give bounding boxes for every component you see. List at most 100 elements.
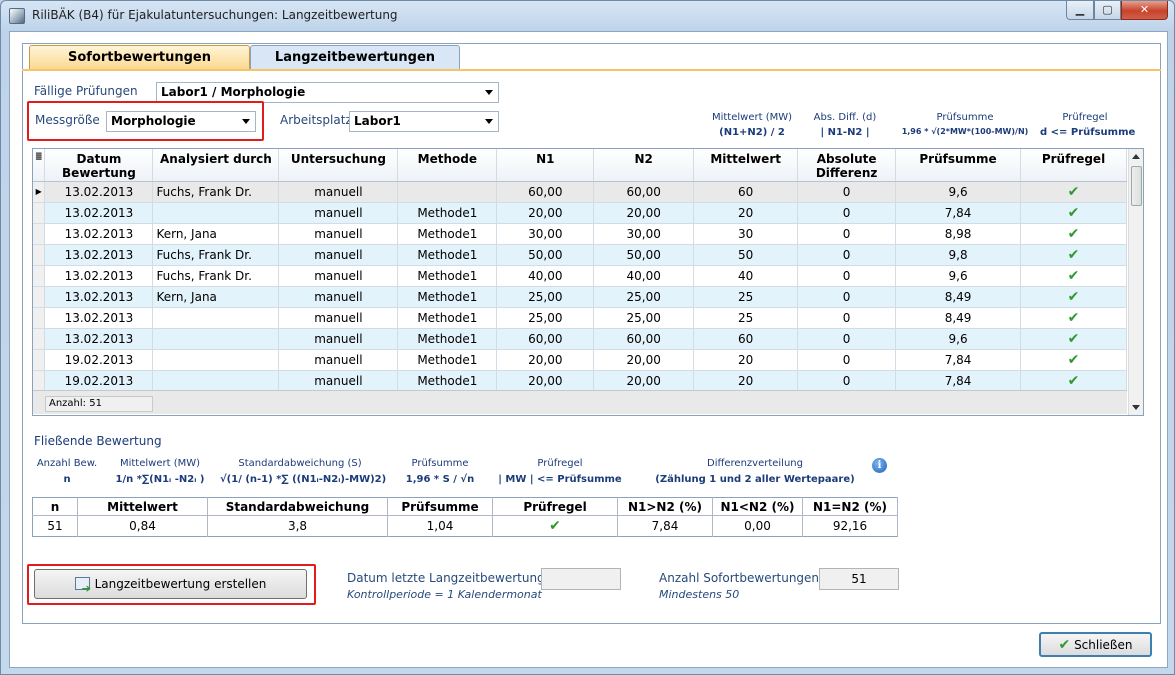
title-bar[interactable]: RiliBÄK (B4) für Ejakulatuntersuchungen:…	[1, 1, 1174, 31]
table-cell[interactable]: Fuchs, Frank Dr.	[152, 181, 280, 203]
table-cell[interactable]: Methode1	[397, 328, 498, 350]
table-cell[interactable]: 8,49	[895, 286, 1022, 308]
check-icon[interactable]: ✔	[1020, 202, 1127, 224]
table-cell[interactable]: 13.02.2013	[44, 307, 154, 329]
row-indicator[interactable]	[33, 202, 46, 224]
table-row[interactable]: 19.02.2013 manuell Methode1 20,00 20,00 20 0 7,…	[33, 349, 1127, 371]
row-indicator[interactable]	[33, 307, 46, 329]
table-cell[interactable]: 25,00	[593, 286, 695, 308]
table-cell[interactable]: 0	[797, 370, 897, 392]
col-analysiert[interactable]: Analysiert durch	[152, 149, 280, 182]
table-cell[interactable]: Methode1	[397, 265, 498, 287]
col-abs-diff[interactable]: Absolute Differenz	[797, 149, 897, 182]
arbeitsplatz-select[interactable]: Labor1	[349, 111, 499, 132]
table-cell[interactable]: Fuchs, Frank Dr.	[152, 265, 280, 287]
table-cell[interactable]: 13.02.2013	[44, 181, 154, 203]
create-langzeit-button[interactable]: Langzeitbewertung erstellen	[34, 569, 307, 603]
table-cell[interactable]: 9,6	[895, 328, 1022, 350]
table-cell[interactable]: 0	[797, 181, 897, 203]
table-cell[interactable]: 9,6	[895, 181, 1022, 203]
table-row[interactable]: 19.02.2013 manuell Methode1 20,00 20,00 20 0 7,…	[33, 370, 1127, 392]
table-row[interactable]: 13.02.2013 Fuchs, Frank Dr. manuell Methode…	[33, 244, 1127, 266]
table-cell[interactable]: Methode1	[397, 307, 498, 329]
table-cell[interactable]: Kern, Jana	[152, 223, 280, 245]
check-icon[interactable]: ✔	[1020, 328, 1127, 350]
table-cell[interactable]: 25,00	[496, 286, 595, 308]
table-cell[interactable]: 50	[693, 244, 799, 266]
table-cell[interactable]: 25,00	[496, 307, 595, 329]
table-cell[interactable]: manuell	[278, 265, 399, 287]
table-cell[interactable]: 20,00	[496, 349, 595, 371]
table-cell[interactable]: 20	[693, 370, 799, 392]
tab-langzeitbewertungen[interactable]: Langzeitbewertungen	[250, 45, 460, 70]
table-cell[interactable]: 60	[693, 328, 799, 350]
table-cell[interactable]: manuell	[278, 202, 399, 224]
col-n1[interactable]: N1	[496, 149, 595, 182]
table-cell[interactable]: 25	[693, 307, 799, 329]
table-cell[interactable]: 25	[693, 286, 799, 308]
table-cell[interactable]: 0	[797, 328, 897, 350]
table-cell[interactable]: 13.02.2013	[44, 223, 154, 245]
table-cell[interactable]: 40,00	[496, 265, 595, 287]
minimize-button[interactable]: ▁	[1066, 1, 1094, 20]
table-cell[interactable]: 30	[693, 223, 799, 245]
table-row[interactable]: ▶ 13.02.2013 Fuchs, Frank Dr. manuell 60,00 6…	[33, 181, 1127, 203]
table-cell[interactable]: 13.02.2013	[44, 328, 154, 350]
table-cell[interactable]	[152, 349, 280, 371]
col-n2[interactable]: N2	[593, 149, 695, 182]
table-cell[interactable]: Kern, Jana	[152, 286, 280, 308]
table-cell[interactable]: 0	[797, 286, 897, 308]
table-cell[interactable]: Methode1	[397, 349, 498, 371]
table-cell[interactable]: manuell	[278, 307, 399, 329]
table-cell[interactable]: manuell	[278, 181, 399, 203]
maximize-button[interactable]: ▢	[1094, 1, 1121, 20]
scroll-thumb[interactable]	[1131, 166, 1142, 206]
table-cell[interactable]: 60,00	[593, 181, 695, 203]
table-cell[interactable]: 7,84	[895, 349, 1022, 371]
row-indicator[interactable]	[33, 370, 46, 392]
col-datum[interactable]: Datum Bewertung	[44, 149, 154, 182]
table-cell[interactable]: 20	[693, 202, 799, 224]
table-cell[interactable]	[152, 328, 280, 350]
tab-sofortbewertungen[interactable]: Sofortbewertungen	[29, 45, 250, 70]
table-cell[interactable]: 7,84	[895, 202, 1022, 224]
table-cell[interactable]: 20,00	[593, 349, 695, 371]
table-row[interactable]: 13.02.2013 manuell Methode1 25,00 25,00 25 0 8,…	[33, 307, 1127, 329]
check-icon[interactable]: ✔	[1020, 223, 1127, 245]
check-icon[interactable]: ✔	[1020, 349, 1127, 371]
table-cell[interactable]: 20,00	[593, 370, 695, 392]
row-indicator-icon[interactable]: ▶	[33, 181, 46, 203]
row-indicator[interactable]	[33, 244, 46, 266]
col-pruefregel[interactable]: Prüfregel	[1020, 149, 1127, 182]
close-window-button[interactable]: ✕	[1121, 1, 1168, 20]
table-cell[interactable]: manuell	[278, 223, 399, 245]
row-indicator[interactable]	[33, 349, 46, 371]
check-icon[interactable]: ✔	[1020, 307, 1127, 329]
row-indicator[interactable]	[33, 265, 46, 287]
table-cell[interactable]: 13.02.2013	[44, 265, 154, 287]
info-icon[interactable]: i	[872, 458, 887, 473]
sofort-grid[interactable]: ≣ Datum Bewertung Analysiert durch Unter…	[32, 148, 1144, 416]
table-cell[interactable]: manuell	[278, 370, 399, 392]
table-cell[interactable]: Methode1	[397, 202, 498, 224]
table-cell[interactable]: 9,6	[895, 265, 1022, 287]
col-methode[interactable]: Methode	[397, 149, 498, 182]
scroll-up-icon[interactable]	[1132, 154, 1140, 159]
table-cell[interactable]: 60,00	[496, 181, 595, 203]
table-cell[interactable]: Fuchs, Frank Dr.	[152, 244, 280, 266]
schliessen-button[interactable]: ✔ Schließen	[1039, 632, 1152, 657]
table-cell[interactable]: 20,00	[496, 202, 595, 224]
col-pruefsumme[interactable]: Prüfsumme	[895, 149, 1022, 182]
table-cell[interactable]: 13.02.2013	[44, 286, 154, 308]
table-cell[interactable]: 50,00	[496, 244, 595, 266]
table-cell[interactable]: 40,00	[593, 265, 695, 287]
table-cell[interactable]	[397, 181, 498, 203]
table-cell[interactable]	[152, 370, 280, 392]
table-row[interactable]: 13.02.2013 Fuchs, Frank Dr. manuell Methode…	[33, 265, 1127, 287]
table-cell[interactable]: 0	[797, 223, 897, 245]
table-cell[interactable]: 20	[693, 349, 799, 371]
table-cell[interactable]: Methode1	[397, 223, 498, 245]
table-cell[interactable]: 50,00	[593, 244, 695, 266]
check-icon[interactable]: ✔	[1020, 181, 1127, 203]
table-cell[interactable]: 25,00	[593, 307, 695, 329]
